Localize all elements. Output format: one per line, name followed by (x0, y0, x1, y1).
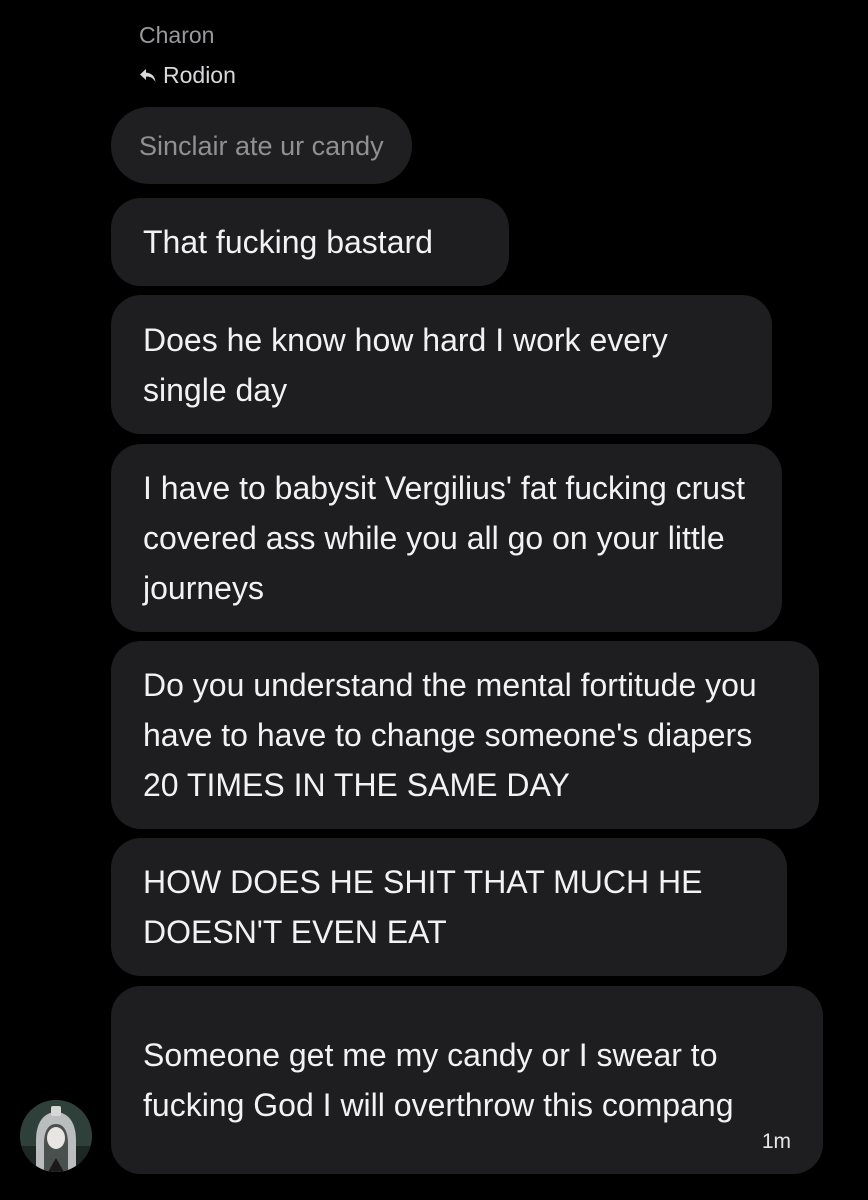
message-text: HOW DOES HE SHIT THAT MUCH HE DOESN'T EV… (143, 864, 703, 950)
message-text: Someone get me my candy or I swear to fu… (143, 1037, 734, 1123)
message-bubble[interactable]: HOW DOES HE SHIT THAT MUCH HE DOESN'T EV… (111, 838, 787, 976)
sender-avatar[interactable] (20, 1100, 92, 1172)
reply-arrow-icon (139, 68, 157, 84)
message-bubble[interactable]: That fucking bastard (111, 198, 509, 286)
message-bubble[interactable]: Someone get me my candy or I swear to fu… (111, 986, 823, 1174)
quoted-message-bubble[interactable]: Sinclair ate ur candy (111, 107, 412, 184)
message-bubble[interactable]: Do you understand the mental fortitude y… (111, 641, 819, 829)
quoted-message-text: Sinclair ate ur candy (139, 130, 384, 161)
sender-name: Charon (139, 22, 215, 48)
reply-reference[interactable]: Rodion (139, 62, 236, 89)
message-text: I have to babysit Vergilius' fat fucking… (143, 470, 745, 606)
message-text: Does he know how hard I work every singl… (143, 321, 668, 408)
message-bubble[interactable]: Does he know how hard I work every singl… (111, 295, 772, 434)
message-text: That fucking bastard (143, 224, 433, 260)
message-bubble[interactable]: I have to babysit Vergilius' fat fucking… (111, 444, 782, 632)
message-text: Do you understand the mental fortitude y… (143, 667, 757, 803)
reply-to-name: Rodion (163, 62, 236, 88)
message-timestamp: 1m (761, 1130, 791, 1153)
